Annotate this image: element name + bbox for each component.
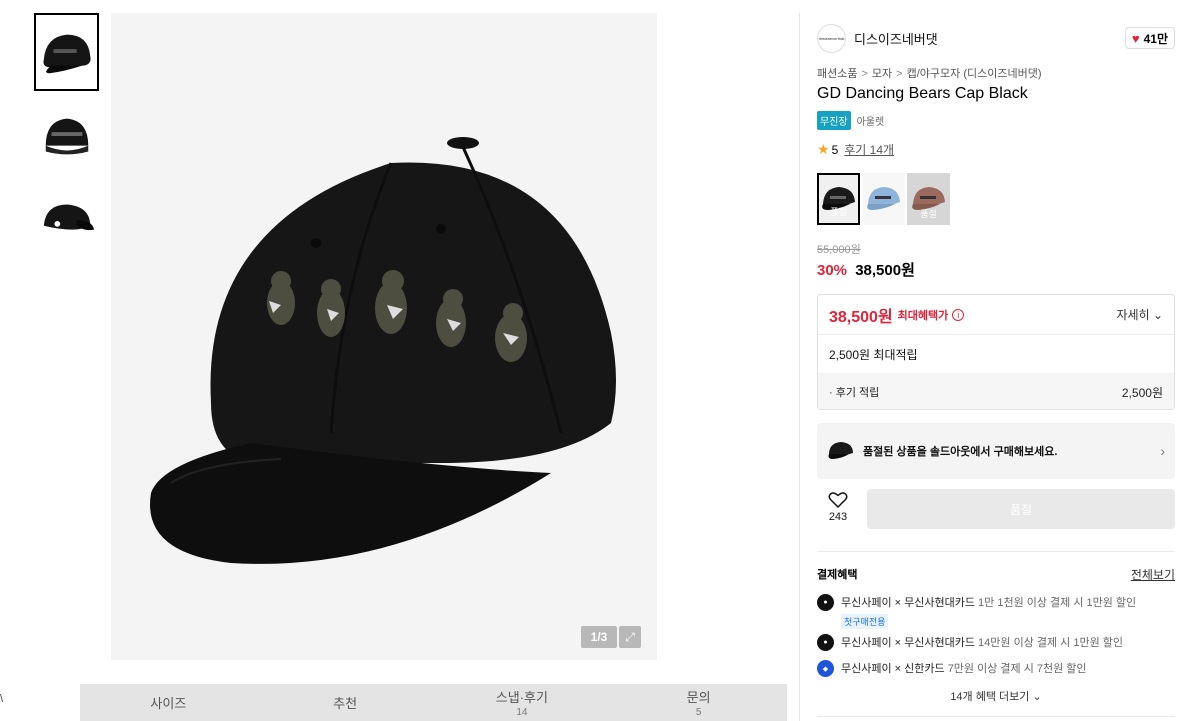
- variant-light-blue[interactable]: [862, 173, 905, 225]
- wishlist-count: 243: [828, 511, 848, 523]
- product-tags: 무진장 아울렛: [817, 111, 884, 130]
- cap-image-icon: [150, 137, 616, 564]
- buy-button[interactable]: 품절: [867, 489, 1175, 529]
- brand-logo[interactable]: thisisneverthat: [817, 23, 846, 53]
- breadcrumb-item[interactable]: 모자: [872, 68, 892, 80]
- heart-outline-icon: [828, 492, 848, 509]
- breadcrumb: 패션소품 > 모자 > 캡/야구모자 (디스이즈네버댓): [817, 65, 1042, 81]
- edge-mark: \: [0, 693, 4, 705]
- product-tabs: 사이즈 추천 스냅·후기 14 문의 5: [80, 684, 787, 721]
- tag-label: 아울렛: [856, 117, 885, 128]
- discount-rate: 30%: [817, 262, 848, 279]
- cap-front-thumb-icon: [42, 34, 91, 74]
- color-variants: 품절 품절: [817, 173, 952, 225]
- max-benefit-price: 38,500원: [829, 308, 893, 326]
- payment-name: 무신사페이 × 신한카드: [841, 663, 945, 675]
- wishlist-button[interactable]: 243: [817, 491, 859, 531]
- tab-count: 14: [516, 707, 528, 718]
- breadcrumb-item[interactable]: 캡/야구모자 (디스이즈네버댓): [907, 68, 1042, 80]
- product-title: GD Dancing Bears Cap Black: [817, 85, 1028, 102]
- chevron-right-icon: >: [861, 68, 868, 80]
- review-link[interactable]: 후기 14개: [844, 141, 894, 158]
- sale-price: 38,500원: [855, 262, 915, 279]
- tab-snap-review[interactable]: 스냅·후기 14: [434, 684, 611, 721]
- view-all-link[interactable]: 전체보기: [1131, 566, 1175, 583]
- rating: ★ 5 후기 14개: [817, 141, 894, 158]
- payment-desc: 14만원 이상 결제 시 1만원 할인: [978, 637, 1123, 649]
- musinsa-card-icon: ●: [817, 594, 834, 611]
- review-points-value: 2,500원: [1121, 385, 1163, 400]
- star-icon: ★: [817, 141, 830, 157]
- payment-name: 무신사페이 × 무신사현대카드: [841, 637, 975, 649]
- rating-value: 5: [831, 142, 839, 157]
- more-benefits-label: 14개 혜택 더보기: [950, 691, 1030, 703]
- chevron-right-icon: ›: [1160, 443, 1165, 459]
- payment-desc: 1만 1천원 이상 결제 시 1만원 할인: [978, 597, 1137, 609]
- image-counter: 1/3: [581, 626, 617, 648]
- detail-label: 자세히: [1116, 308, 1150, 322]
- thumbnail-3[interactable]: [34, 181, 99, 259]
- chevron-down-icon: ⌄: [1152, 308, 1163, 322]
- thumbnail-2[interactable]: [34, 97, 99, 175]
- tab-label: 스냅·후기: [495, 690, 548, 705]
- max-benefit-label: 최대혜택가: [897, 309, 949, 322]
- payment-heading-text: 결제혜택: [817, 569, 858, 581]
- payment-item: ◆ 무신사페이 × 신한카드 7만원 이상 결제 시 7천원 할인: [817, 660, 1175, 677]
- chevron-down-icon: ⌄: [1032, 691, 1042, 703]
- payment-desc: 7만원 이상 결제 시 7천원 할인: [947, 663, 1087, 675]
- brand-name[interactable]: 디스이즈네버댓: [854, 29, 938, 48]
- soldout-label: 품절: [920, 209, 937, 219]
- brand-like-button[interactable]: ♥ 41만: [1124, 27, 1175, 49]
- tab-size[interactable]: 사이즈: [80, 684, 257, 721]
- cap-side-thumb-icon: [45, 118, 88, 155]
- payment-name: 무신사페이 × 무신사현대카드: [841, 597, 975, 609]
- chevron-right-icon: >: [896, 68, 903, 80]
- product-info-panel: thisisneverthat 디스이즈네버댓 ♥ 41만 패션소품 > 모자 > 캡/…: [799, 13, 1200, 721]
- info-icon[interactable]: i: [952, 308, 965, 321]
- tag-badge: 무진장: [817, 111, 851, 130]
- soldout-banner-text: 품절된 상품을 솔드아웃에서 구매해보세요.: [863, 446, 1058, 458]
- more-benefits-button[interactable]: 14개 혜택 더보기 ⌄: [817, 688, 1175, 704]
- expand-icon[interactable]: ⤢: [619, 626, 641, 648]
- soldout-label: 품절: [830, 207, 847, 217]
- shinhan-card-icon: ◆: [817, 660, 834, 677]
- thumbnail-list: [34, 13, 99, 265]
- payment-item: ● 무신사페이 × 무신사현대카드 14만원 이상 결제 시 1만원 할인: [817, 634, 1175, 651]
- thumbnail-1[interactable]: [34, 13, 99, 91]
- points-row: 2,500원 최대적립: [829, 347, 918, 362]
- tab-label: 문의: [686, 690, 711, 705]
- variant-black[interactable]: 품절: [817, 173, 860, 225]
- tab-inquiry[interactable]: 문의 5: [610, 684, 787, 721]
- breadcrumb-item[interactable]: 패션소품: [817, 68, 857, 80]
- soldout-banner[interactable]: 품절된 상품을 솔드아웃에서 구매해보세요. ›: [817, 423, 1175, 479]
- price-row: 30% 38,500원: [817, 259, 915, 280]
- heart-icon: ♥: [1131, 30, 1140, 46]
- main-product-image[interactable]: 1/3 ⤢: [111, 13, 657, 660]
- tab-label: 사이즈: [150, 696, 187, 711]
- review-points-row: · 후기 적립 2,500원: [818, 373, 1174, 409]
- divider: [817, 551, 1175, 552]
- tab-count: 5: [695, 707, 702, 718]
- tab-recommend[interactable]: 추천: [257, 684, 434, 721]
- tab-label: 추천: [333, 696, 358, 711]
- variant-brown[interactable]: 품절: [907, 173, 950, 225]
- benefit-box: 38,500원 최대혜택가 i 자세히 ⌄ 2,500원 최대적립 · 후기 적…: [817, 294, 1175, 410]
- cap-blue-icon: [866, 187, 900, 210]
- brand-like-count: 41만: [1143, 31, 1168, 46]
- payment-item: ● 무신사페이 × 무신사현대카드 1만 1천원 이상 결제 시 1만원 할인 …: [817, 594, 1175, 629]
- first-purchase-badge: 첫구매전용: [841, 614, 889, 629]
- max-benefit-row[interactable]: 38,500원 최대혜택가 i 자세히 ⌄: [818, 295, 1174, 335]
- brand-row: thisisneverthat 디스이즈네버댓 ♥ 41만: [817, 23, 1175, 53]
- cap-small-icon: [828, 442, 853, 459]
- payment-benefits-heading: 결제혜택 전체보기: [817, 566, 1175, 582]
- divider: [817, 716, 1175, 717]
- original-price: 55,000원: [817, 244, 861, 256]
- review-points-label: · 후기 적립: [829, 387, 880, 399]
- cap-back-thumb-icon: [43, 204, 94, 231]
- musinsa-card-icon: ●: [817, 634, 834, 651]
- detail-toggle[interactable]: 자세히 ⌄: [1116, 306, 1163, 323]
